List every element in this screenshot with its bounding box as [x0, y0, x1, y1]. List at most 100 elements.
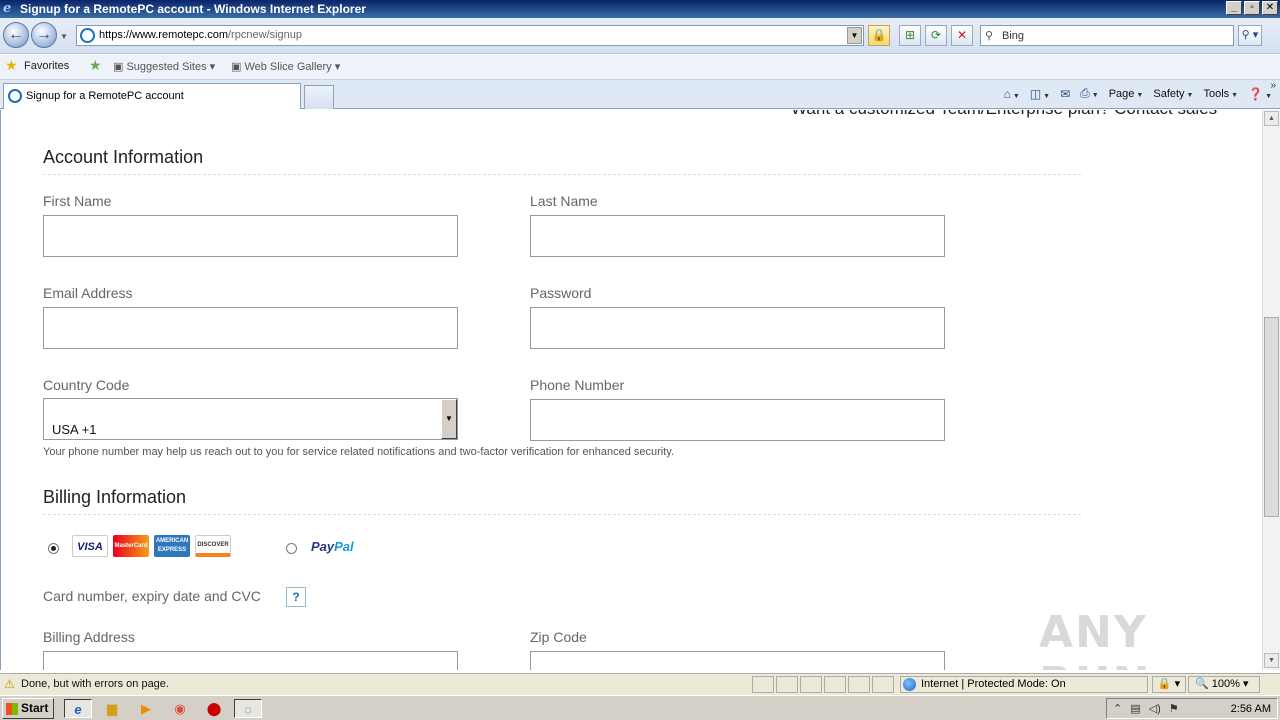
country-code-value: USA +1 [52, 422, 97, 437]
forward-button[interactable]: → [31, 22, 57, 48]
discover-card-icon: DISCOVER [195, 535, 231, 557]
status-bar: ⚠ Done, but with errors on page. Interne… [0, 673, 1280, 695]
window-controls: _ ▫ ✕ [1226, 1, 1278, 15]
minimize-button[interactable]: _ [1226, 1, 1242, 15]
zip-code-field[interactable] [530, 651, 945, 670]
close-button[interactable]: ✕ [1262, 1, 1278, 15]
status-pane [776, 676, 798, 693]
show-hidden-icons-icon[interactable]: ⌃ [1113, 702, 1122, 715]
navigation-bar: ← → ▼ https://www.remotepc.com/rpcnew/si… [0, 18, 1280, 54]
account-section-title: Account Information [43, 147, 204, 167]
protected-mode-button[interactable]: 🔒 ▾ [1152, 676, 1186, 693]
status-pane [800, 676, 822, 693]
visa-card-icon: VISA [72, 535, 108, 557]
account-divider [43, 174, 1081, 175]
billing-address-field[interactable] [43, 651, 458, 670]
mail-icon: ✉ [1060, 86, 1071, 101]
explorer-folder-icon[interactable]: ▆ [98, 699, 126, 718]
more-chevron-icon[interactable]: » [1270, 80, 1276, 91]
email-field[interactable] [43, 307, 458, 349]
first-name-field[interactable] [43, 215, 458, 257]
tray-icons: ⌃ ▤ ◁) ⚑ [1113, 702, 1179, 715]
volume-icon[interactable]: ◁) [1149, 702, 1161, 715]
address-url[interactable]: https://www.remotepc.com/rpcnew/signup [99, 29, 302, 41]
first-name-label: First Name [43, 193, 112, 209]
clock[interactable]: 2:56 AM [1231, 703, 1271, 715]
opera-icon[interactable]: ⬤ [200, 699, 228, 718]
suggested-sites-link[interactable]: ▣ Suggested Sites ▾ [113, 60, 215, 73]
search-input[interactable]: ⚲ Bing [980, 25, 1234, 46]
card-help-button[interactable]: ? [286, 587, 306, 607]
billing-section-title: Billing Information [43, 487, 187, 507]
home-icon: ⌂ [1003, 86, 1011, 101]
back-button[interactable]: ← [3, 22, 29, 48]
password-field[interactable] [530, 307, 945, 349]
restore-button[interactable]: ▫ [1244, 1, 1260, 15]
history-dropdown-icon[interactable]: ▼ [60, 32, 68, 41]
amex-card-icon: AMERICAN EXPRESS [154, 535, 190, 557]
status-pane [872, 676, 894, 693]
status-panes [752, 676, 894, 693]
tools-menu[interactable]: Tools ▼ [1203, 88, 1238, 100]
contact-sales-link[interactable]: Want a customized Team/Enterprise plan? … [791, 110, 1217, 119]
home-button[interactable]: ⌂ ▼ [1004, 87, 1020, 101]
page-menu[interactable]: Page ▼ [1109, 88, 1144, 100]
last-name-field[interactable] [530, 215, 945, 257]
password-label: Password [530, 285, 592, 301]
tab-signup[interactable]: Signup for a RemotePC account [3, 83, 301, 109]
print-button[interactable]: ⎙ ▼ [1080, 86, 1099, 101]
email-label: Email Address [43, 285, 133, 301]
search-button[interactable]: ⚲ ▾ [1238, 25, 1262, 46]
safety-menu[interactable]: Safety ▼ [1153, 88, 1193, 100]
remotepc-taskbar-icon[interactable]: ◌ [234, 699, 262, 718]
tab-bar: Signup for a RemotePC account ⌂ ▼ ◫ ▼ ✉ ⎙ ▼… [0, 80, 1280, 109]
media-player-icon[interactable]: ▶ [132, 699, 160, 718]
vertical-scrollbar[interactable]: ▲ ▼ [1262, 110, 1280, 670]
country-code-select[interactable]: USA +1 ▼ [43, 398, 458, 440]
chevron-down-icon[interactable]: ▼ [441, 399, 457, 439]
tab-title: Signup for a RemotePC account [26, 90, 184, 102]
country-code-label: Country Code [43, 377, 130, 393]
window-title: Signup for a RemotePC account - Windows … [20, 2, 366, 16]
phone-field[interactable] [530, 399, 945, 441]
zone-text: Internet | Protected Mode: On [921, 678, 1066, 690]
compatibility-view-icon[interactable]: ⊞ [899, 25, 921, 46]
stop-icon[interactable]: ✕ [951, 25, 973, 46]
mail-button[interactable]: ✉ [1060, 87, 1070, 101]
favorites-bar: ★ Favorites ★ ▣ Suggested Sites ▾ ▣ Web … [0, 55, 1280, 80]
ie-taskbar-icon[interactable]: e [64, 699, 92, 718]
address-dropdown-button[interactable]: ▼ [847, 27, 862, 44]
paypal-payment-radio[interactable] [286, 543, 297, 554]
action-center-flag-icon[interactable]: ⚑ [1169, 702, 1179, 715]
scroll-up-icon[interactable]: ▲ [1264, 111, 1279, 126]
feeds-button[interactable]: ◫ ▼ [1030, 87, 1050, 101]
status-pane [824, 676, 846, 693]
favorites-star-icon: ★ [5, 57, 18, 73]
zoom-control[interactable]: 🔍 100% ▾ [1188, 676, 1260, 693]
page-content: Want a customized Team/Enterprise plan? … [0, 110, 1262, 670]
favorites-button[interactable]: Favorites [24, 60, 69, 72]
mastercard-icon: MasterCard [113, 535, 149, 557]
security-zone[interactable]: Internet | Protected Mode: On [900, 676, 1148, 693]
start-button[interactable]: Start [2, 698, 54, 719]
tab-favicon-icon [8, 89, 22, 103]
new-tab-button[interactable] [304, 85, 334, 109]
address-bar[interactable]: https://www.remotepc.com/rpcnew/signup ▼ [76, 25, 864, 46]
warning-icon[interactable]: ⚠ [4, 677, 15, 691]
card-payment-radio[interactable] [48, 543, 59, 554]
chrome-icon[interactable]: ◉ [166, 699, 194, 718]
network-icon[interactable]: ▤ [1130, 702, 1140, 715]
last-name-label: Last Name [530, 193, 598, 209]
help-button[interactable]: ❓ ▼ [1248, 87, 1272, 101]
scrollbar-thumb[interactable] [1264, 317, 1279, 517]
add-favorites-icon[interactable]: ★ [89, 57, 102, 74]
status-text: Done, but with errors on page. [21, 678, 169, 690]
system-tray: ⌃ ▤ ◁) ⚑ 2:56 AM [1106, 698, 1278, 719]
taskbar: Start e ▆ ▶ ◉ ⬤ ◌ ⌃ ▤ ◁) ⚑ 2:56 AM [0, 695, 1280, 720]
web-slice-gallery-link[interactable]: ▣ Web Slice Gallery ▾ [231, 60, 340, 73]
scroll-down-icon[interactable]: ▼ [1264, 653, 1279, 668]
window-title-bar: e Signup for a RemotePC account - Window… [0, 0, 1280, 18]
refresh-icon[interactable]: ⟳ [925, 25, 947, 46]
security-lock-icon[interactable]: 🔒 [868, 25, 890, 46]
search-provider-icon: ⚲ [985, 30, 994, 42]
